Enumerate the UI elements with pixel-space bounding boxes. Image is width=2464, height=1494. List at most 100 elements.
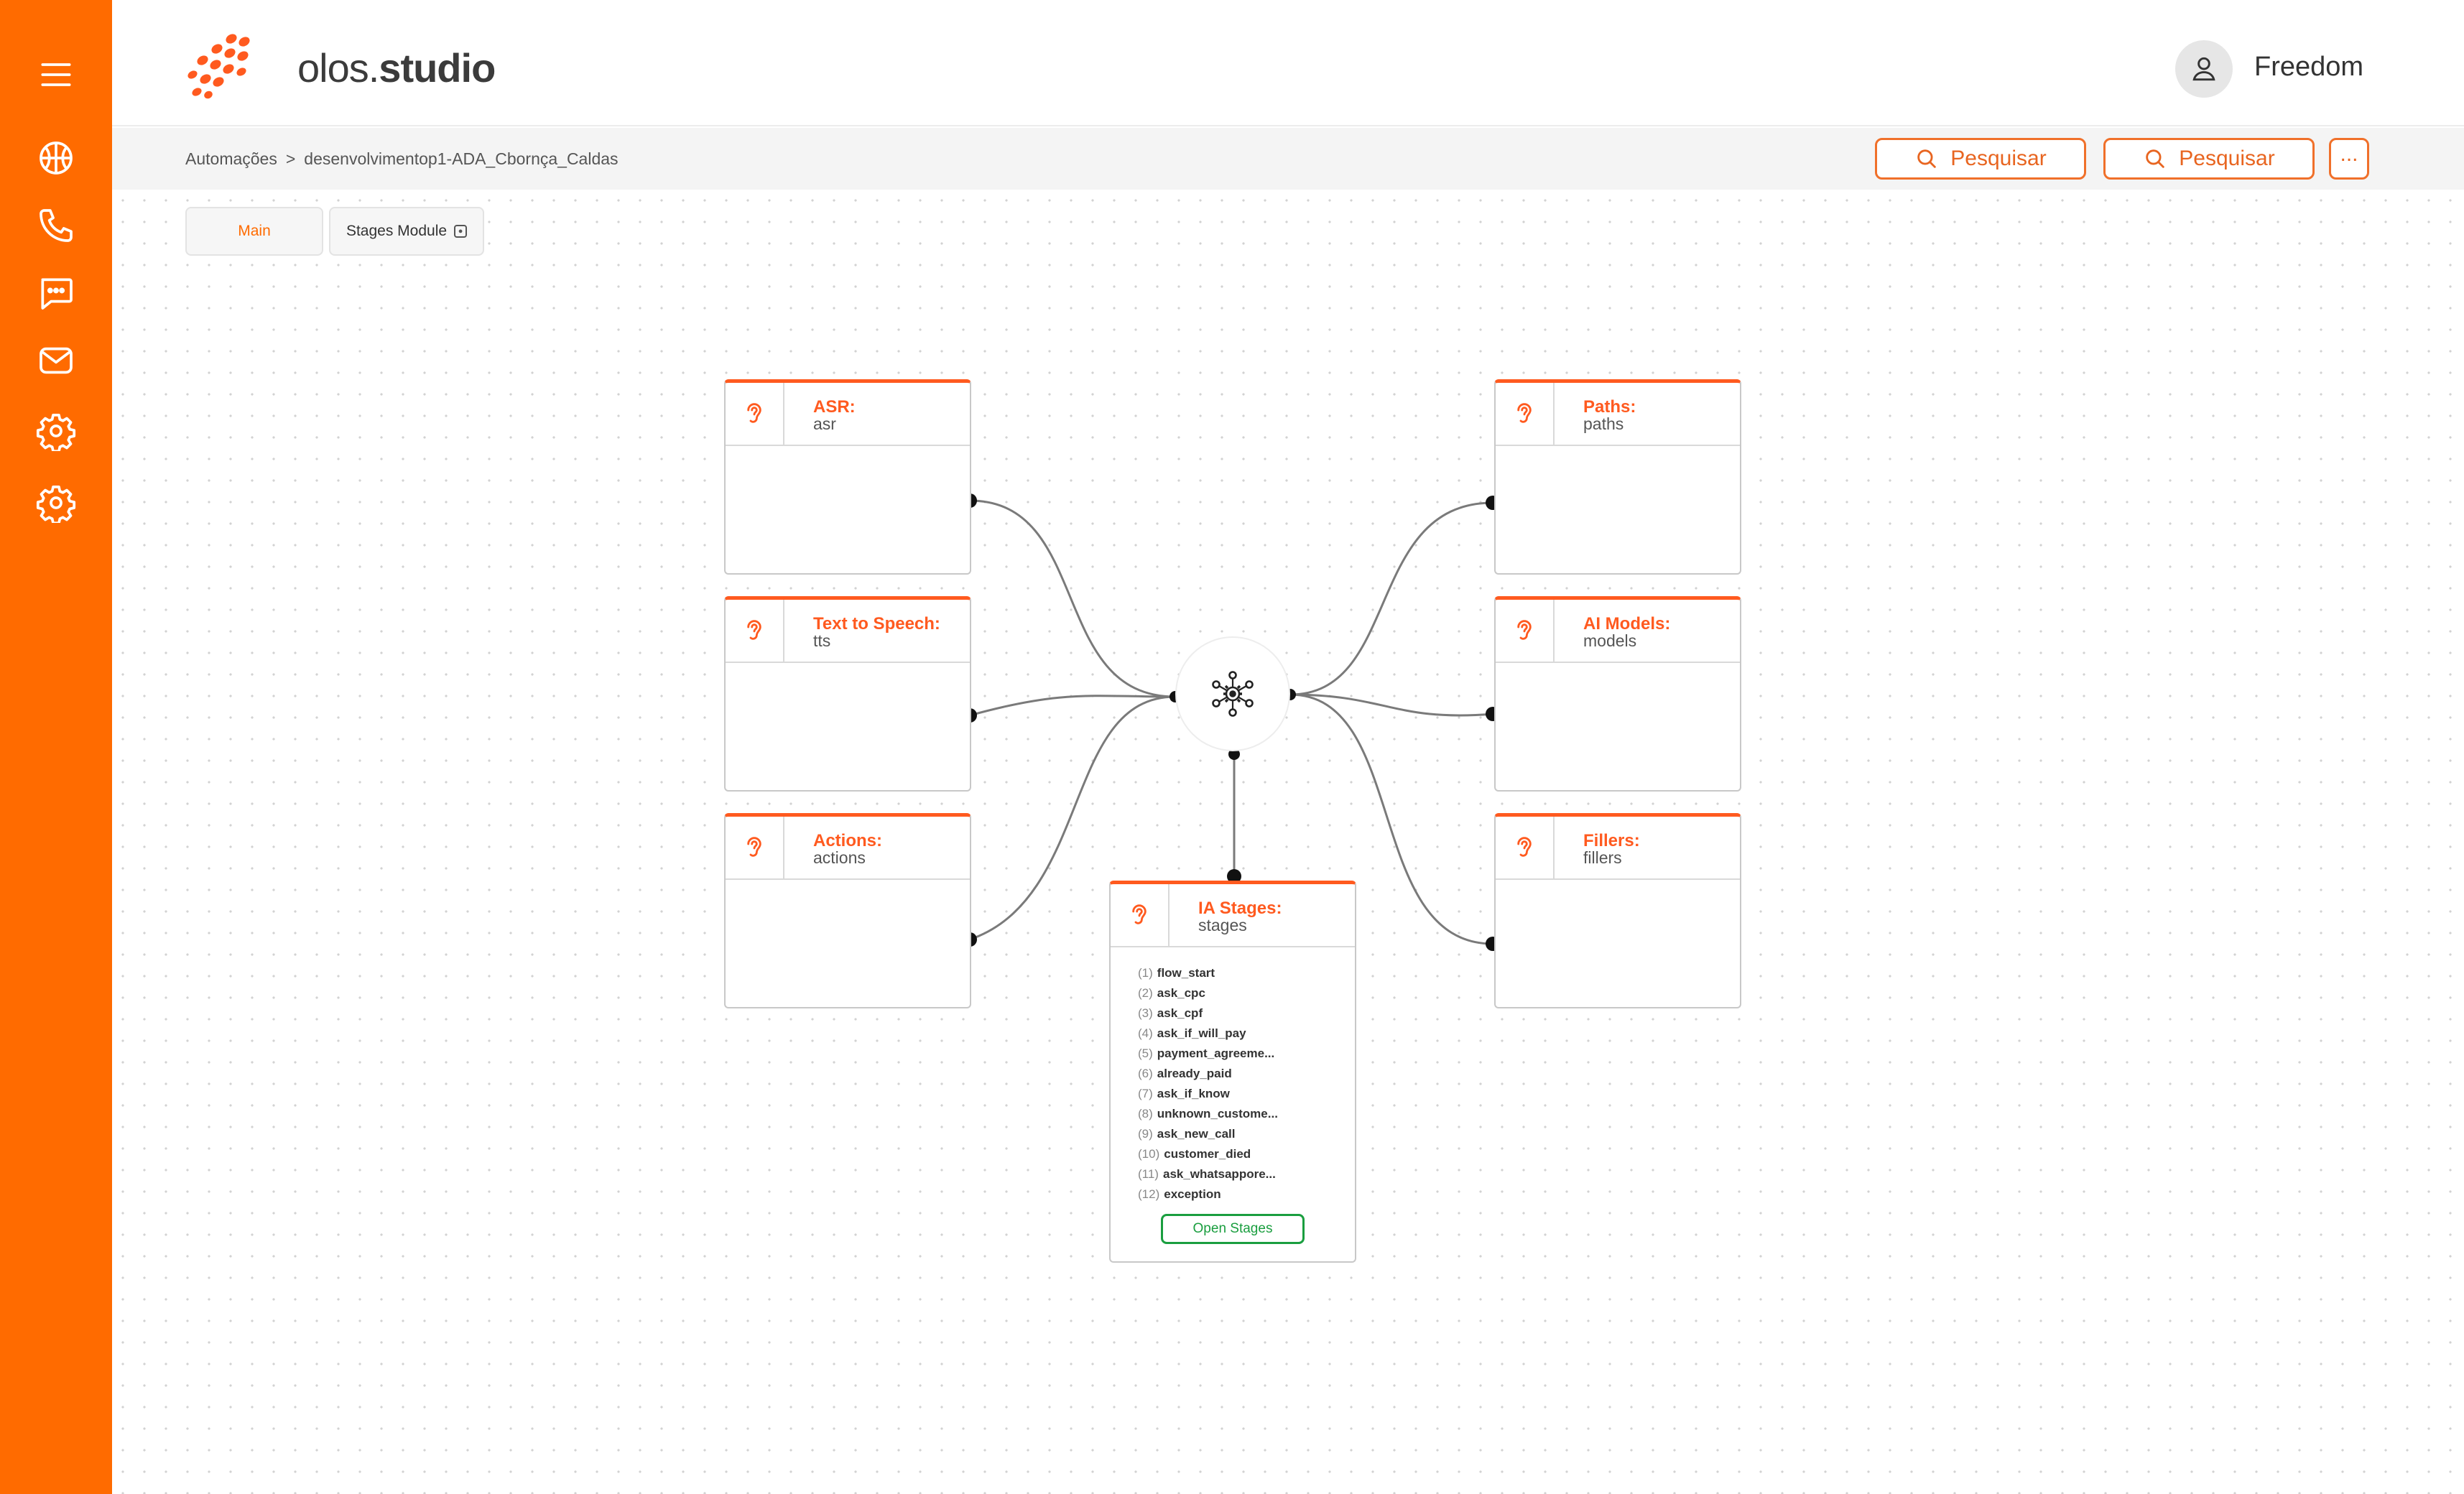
stage-name: exception [1164,1187,1221,1201]
mail-icon[interactable] [29,333,83,388]
list-item: (6) already_paid [1138,1064,1355,1084]
ear-icon [1496,383,1555,445]
tab-main[interactable]: Main [185,207,323,256]
node-paths[interactable]: Paths: paths [1494,379,1741,575]
list-item: (11) ask_whatsappore... [1138,1164,1355,1184]
list-item: (8) unknown_custome... [1138,1104,1355,1124]
tab-stages-label: Stages Module [346,223,448,239]
brand-name-bold: studio [379,45,496,91]
node-title: Text to Speech: [813,614,940,634]
stage-index: (2) [1138,986,1153,1000]
node-subtitle: fillers [1583,848,1622,867]
user-name[interactable]: Freedom [2254,52,2363,83]
central-hub-node[interactable] [1175,636,1290,751]
node-fillers[interactable]: Fillers: fillers [1494,813,1741,1008]
stage-index: (4) [1138,1026,1153,1040]
gear-icon[interactable] [29,404,83,458]
stage-index: (3) [1138,1006,1153,1020]
user-icon [2192,57,2215,81]
stage-index: (11) [1138,1167,1159,1181]
node-subtitle: stages [1198,916,1247,934]
node-ia-stages[interactable]: IA Stages: stages (1) flow_start (2) ask_c… [1109,881,1356,1263]
stage-index: (6) [1138,1067,1153,1080]
avatar[interactable] [2175,40,2233,98]
app-root: olos.studio Freedom Automações > desenvolv… [0,0,2464,1494]
list-item: (7) ask_if_know [1138,1084,1355,1104]
open-stages-button[interactable]: Open Stages [1161,1214,1305,1244]
ear-icon [726,817,784,878]
stage-name: ask_new_call [1157,1127,1236,1141]
node-header: AI Models: models [1496,600,1740,663]
list-item: (3) ask_cpf [1138,1003,1355,1024]
node-subtitle: models [1583,631,1637,650]
menu-icon[interactable] [29,47,83,102]
ear-icon [726,383,784,445]
stage-name: flow_start [1157,966,1215,980]
more-options-button[interactable]: ... [2329,138,2369,180]
ear-icon [1496,817,1555,878]
stage-index: (10) [1138,1147,1160,1161]
stage-index: (8) [1138,1107,1153,1120]
node-header: Actions: actions [726,817,970,880]
network-gear-icon [1212,671,1254,717]
phone-icon[interactable] [29,198,83,253]
list-item: (10) customer_died [1138,1144,1355,1164]
stage-name: ask_whatsappore... [1162,1167,1276,1181]
search-icon [2146,149,2165,168]
list-item: (1) flow_start [1138,963,1355,983]
stage-name: ask_if_know [1157,1087,1230,1100]
search-icon [1917,149,1937,168]
node-subtitle: actions [813,848,866,867]
breadcrumb-root[interactable]: Automações [185,149,277,168]
ear-icon [1111,884,1170,946]
node-subtitle: asr [813,414,836,433]
app-header: olos.studio Freedom [112,0,2464,126]
olos-logo-icon [184,32,259,103]
search-button-secondary[interactable]: Pesquisar [2103,138,2315,180]
ear-icon [726,600,784,662]
list-item: (5) payment_agreeme... [1138,1044,1355,1064]
open-module-icon[interactable]: ● [454,225,468,238]
stage-name: already_paid [1157,1067,1232,1080]
node-header: IA Stages: stages [1111,884,1355,947]
toolbar: Automações > desenvolvimentop1-ADA_Cbornça… [112,128,2464,190]
node-subtitle: tts [813,631,831,650]
list-item: (9) ask_new_call [1138,1124,1355,1144]
flow-canvas[interactable] [112,190,2464,1494]
node-asr[interactable]: ASR: asr [724,379,971,575]
search-button-label: Pesquisar [1950,147,2047,170]
node-header: Paths: paths [1496,383,1740,446]
node-ai-models[interactable]: AI Models: models [1494,596,1741,792]
node-header: Text to Speech: tts [726,600,970,663]
stage-index: (9) [1138,1127,1153,1141]
breadcrumb-current: desenvolvimentop1-ADA_Cbornça_Caldas [304,149,619,168]
breadcrumb: Automações > desenvolvimentop1-ADA_Cbornça… [185,149,619,169]
stage-name: customer_died [1164,1147,1251,1161]
stage-name: ask_cpc [1157,986,1205,1000]
gear-icon[interactable] [29,475,83,530]
list-item: (2) ask_cpc [1138,983,1355,1003]
node-header: ASR: asr [726,383,970,446]
node-actions[interactable]: Actions: actions [724,813,971,1008]
node-subtitle: paths [1583,414,1624,433]
breadcrumb-separator: > [285,149,296,168]
chat-icon[interactable] [29,266,83,320]
list-item: (12) exception [1138,1184,1355,1205]
tab-stages-module[interactable]: Stages Module ● [329,207,484,256]
node-text-to-speech[interactable]: Text to Speech: tts [724,596,971,792]
stage-name: payment_agreeme... [1157,1047,1275,1060]
stage-name: ask_if_will_pay [1157,1026,1246,1040]
brand-name: olos.studio [297,45,496,91]
stage-name: unknown_custome... [1157,1107,1278,1120]
stage-list: (1) flow_start (2) ask_cpc (3) ask_cpf (4) a… [1111,947,1355,1205]
ear-icon [1496,600,1555,662]
node-header: Fillers: fillers [1496,817,1740,880]
search-button[interactable]: Pesquisar [1875,138,2086,180]
list-item: (4) ask_if_will_pay [1138,1024,1355,1044]
search-button-label: Pesquisar [2179,147,2275,170]
basketball-icon[interactable] [29,131,83,185]
brand-name-light: olos. [297,45,379,91]
stage-index: (12) [1138,1187,1160,1201]
stage-index: (7) [1138,1087,1153,1100]
stage-index: (5) [1138,1047,1153,1060]
